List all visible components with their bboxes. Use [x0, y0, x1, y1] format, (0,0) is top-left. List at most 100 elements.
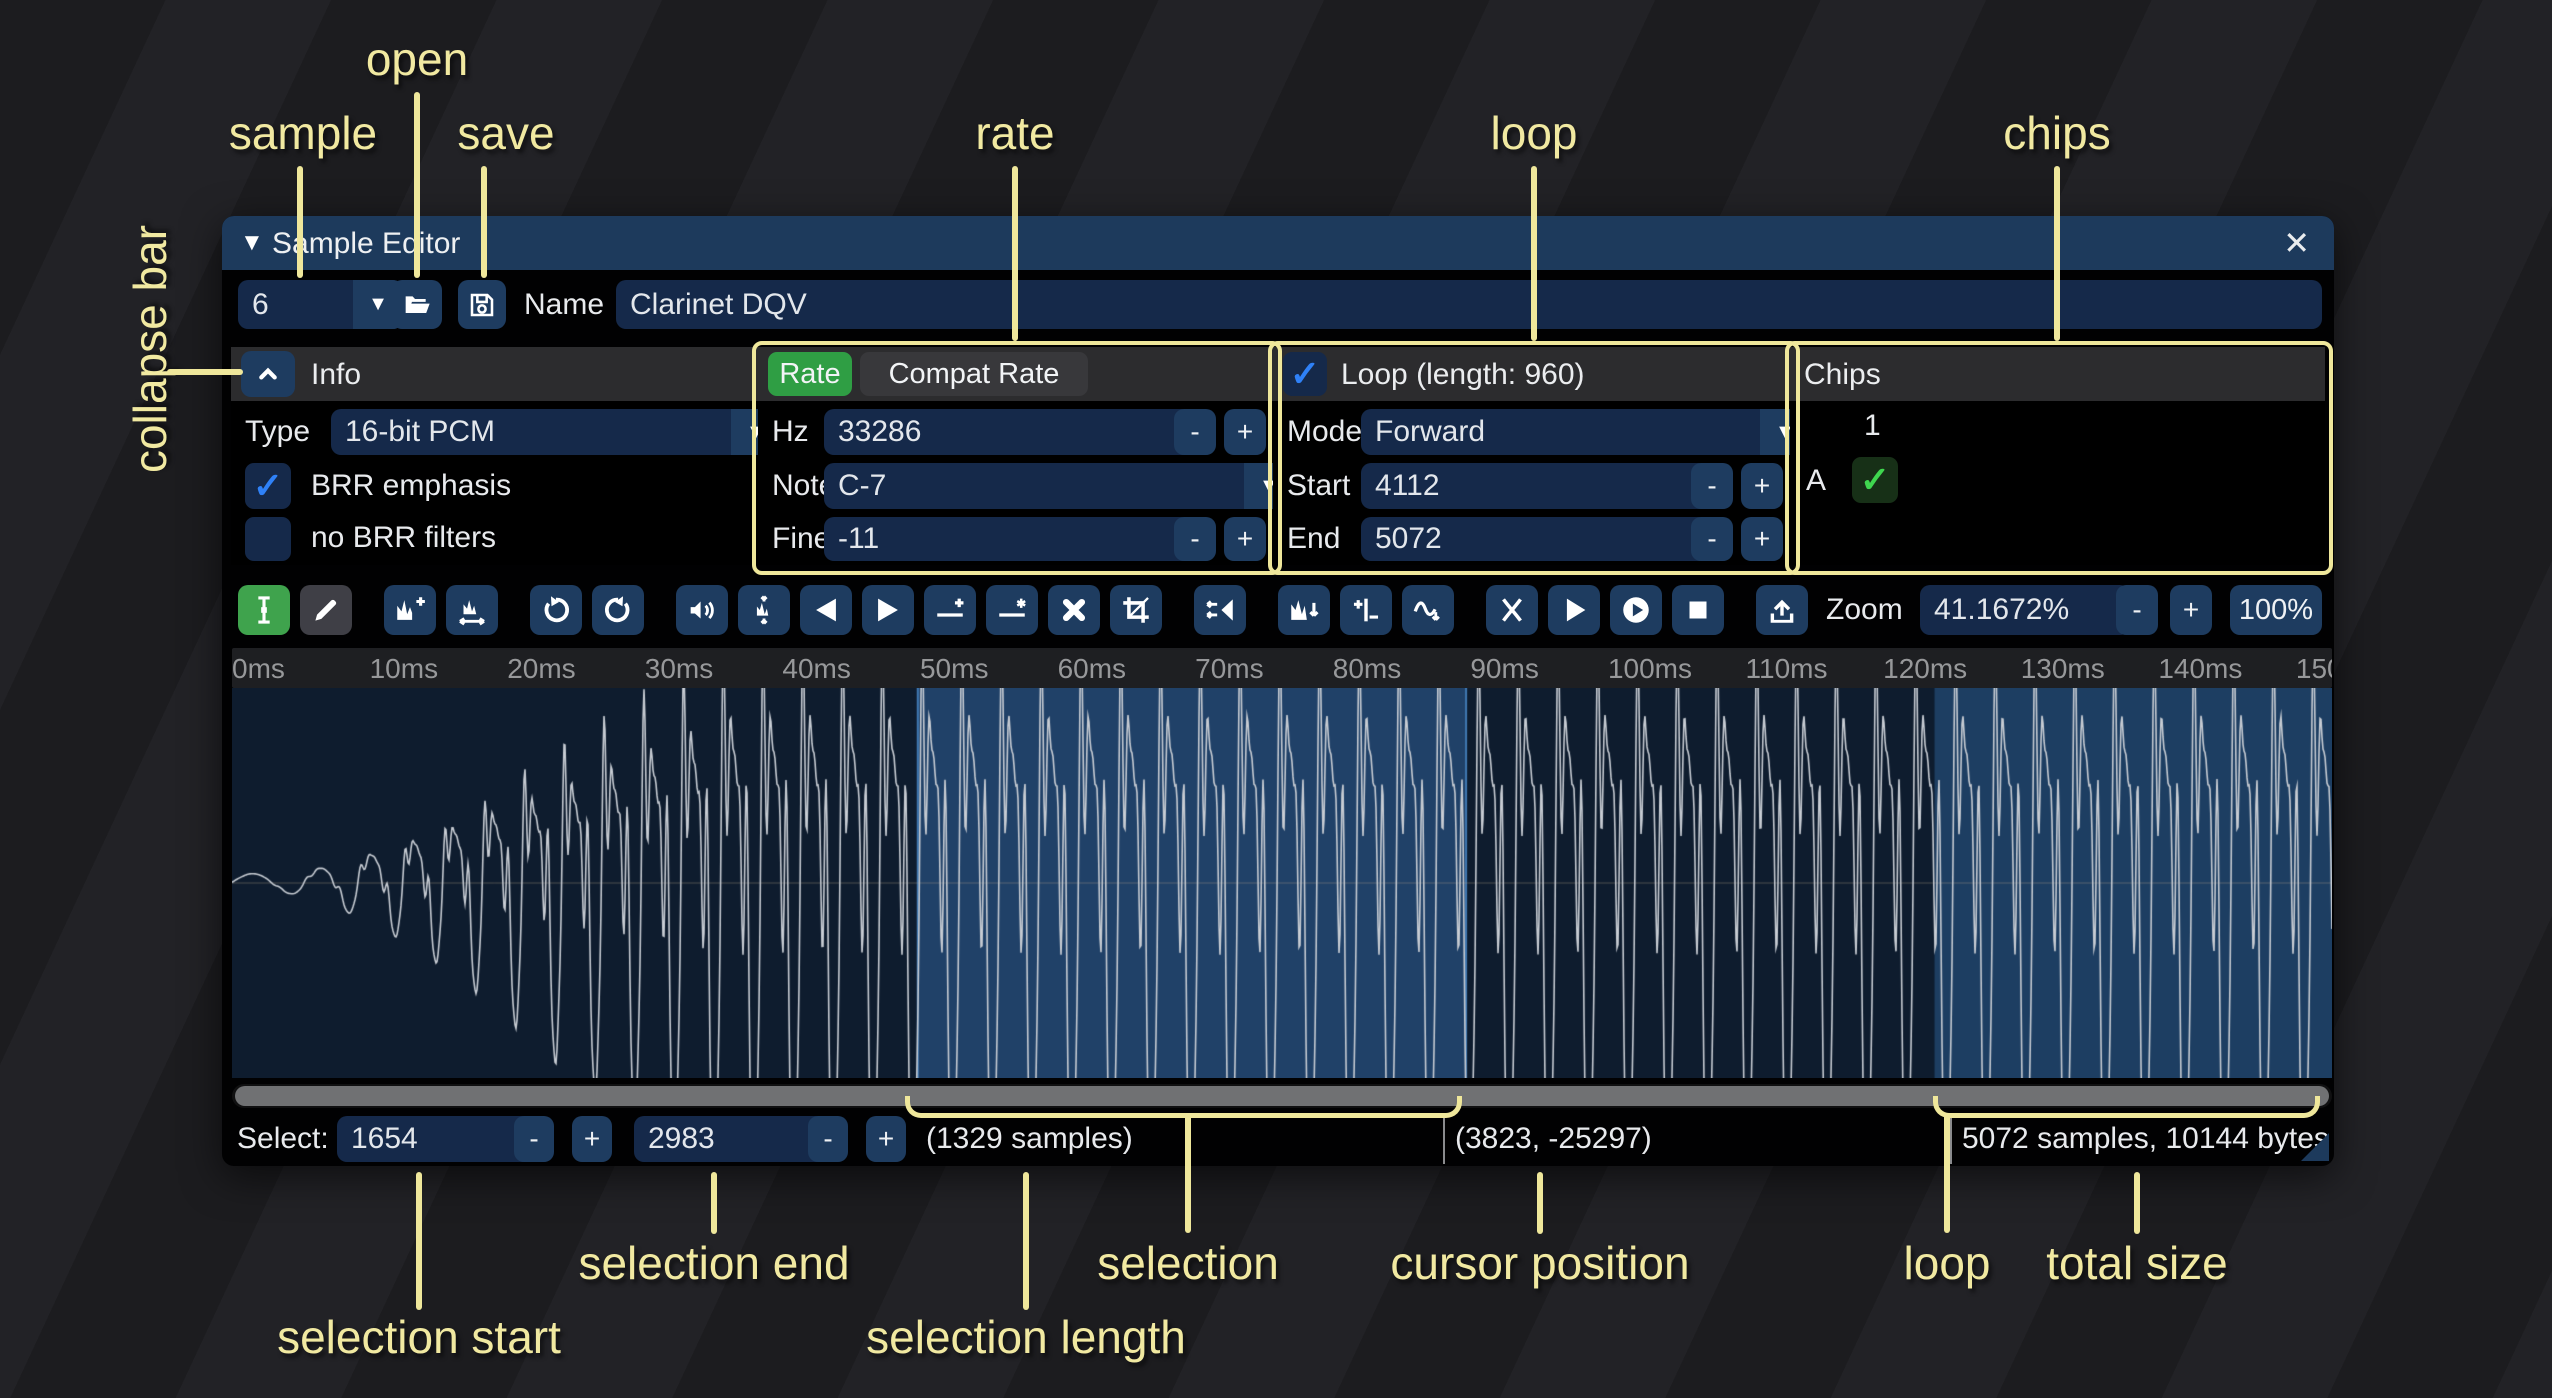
note-select[interactable]: C-7 ▼ — [824, 463, 1294, 509]
preview-button[interactable] — [1548, 585, 1600, 635]
sample-select[interactable]: 6 ▼ — [238, 280, 403, 329]
ruler-tick: 110ms — [1746, 648, 1884, 688]
wave-resize-icon — [455, 593, 489, 627]
hz-minus-button[interactable]: - — [1174, 409, 1216, 455]
loop-end-label: End — [1287, 517, 1340, 561]
import-button[interactable] — [1756, 585, 1808, 635]
selection-end-input[interactable]: 2983 — [634, 1116, 826, 1162]
loop-mode-select[interactable]: Forward ▼ — [1361, 409, 1810, 455]
selection-start-minus-button[interactable]: - — [514, 1116, 554, 1162]
check-icon: ✓ — [1860, 462, 1890, 498]
invert-button[interactable] — [1278, 585, 1330, 635]
selection-end-plus-button[interactable]: + — [866, 1116, 906, 1162]
timeline-ruler[interactable]: 0ms10ms20ms30ms40ms50ms60ms70ms80ms90ms1… — [232, 648, 2332, 688]
chips-panel-header: Chips — [1790, 347, 2325, 401]
ruler-tick: 20ms — [507, 648, 645, 688]
zoom-label: Zoom — [1826, 585, 1903, 635]
tab-rate[interactable]: Rate — [768, 352, 852, 396]
loop-end-input[interactable]: 5072 — [1361, 517, 1709, 561]
filter-button[interactable] — [1402, 585, 1454, 635]
hz-value: 33286 — [838, 415, 921, 449]
annotation-collapse-bar-line — [167, 369, 243, 375]
fine-plus-button[interactable]: + — [1224, 517, 1266, 561]
undo-button[interactable] — [530, 585, 582, 635]
selection-end-minus-button[interactable]: - — [808, 1116, 848, 1162]
save-button[interactable] — [458, 280, 506, 329]
sign-button[interactable] — [1340, 585, 1392, 635]
loop-checkbox[interactable]: ✓ — [1283, 352, 1327, 396]
chip-a-checkbox[interactable]: ✓ — [1852, 457, 1898, 503]
fine-minus-button[interactable]: - — [1174, 517, 1216, 561]
waveform-canvas[interactable] — [232, 688, 2332, 1078]
ruler-tick: 100ms — [1608, 648, 1746, 688]
tab-compat-rate[interactable]: Compat Rate — [860, 352, 1088, 396]
resample-button[interactable] — [446, 585, 498, 635]
amplify-button[interactable] — [676, 585, 728, 635]
ruler-tick: 60ms — [1058, 648, 1196, 688]
tri-right-icon — [871, 593, 905, 627]
zoom-value: 41.1672% — [1934, 593, 2069, 627]
window-collapse-icon[interactable]: ▼ — [240, 229, 264, 257]
collapse-bar-button[interactable] — [241, 351, 295, 397]
apply-silence-button[interactable] — [986, 585, 1038, 635]
brr-emphasis-checkbox[interactable]: ✓ — [245, 463, 291, 509]
open-button[interactable] — [392, 280, 442, 329]
loop-end-value: 5072 — [1375, 522, 1442, 556]
edit-select-button[interactable] — [238, 585, 290, 635]
selection-start-plus-button[interactable]: + — [572, 1116, 612, 1162]
fade-out-button[interactable] — [862, 585, 914, 635]
loop-end-plus-button[interactable]: + — [1741, 517, 1783, 561]
hz-plus-button[interactable]: + — [1224, 409, 1266, 455]
insert-silence-button[interactable] — [924, 585, 976, 635]
ruler-tick: 40ms — [782, 648, 920, 688]
redo-button[interactable] — [592, 585, 644, 635]
ruler-tick: 70ms — [1195, 648, 1333, 688]
annotation-rate-line — [1012, 166, 1018, 341]
pencil-icon — [309, 593, 343, 627]
delete-button[interactable] — [1048, 585, 1100, 635]
edit-draw-button[interactable] — [300, 585, 352, 635]
close-icon[interactable]: ✕ — [2283, 224, 2310, 262]
select-label: Select: — [237, 1114, 329, 1164]
loop-end-minus-button[interactable]: - — [1691, 517, 1733, 561]
selection-start-input[interactable]: 1654 — [337, 1116, 533, 1162]
loop-start-plus-button[interactable]: + — [1741, 463, 1783, 509]
crossfade-button[interactable] — [1486, 585, 1538, 635]
stop-button[interactable] — [1672, 585, 1724, 635]
fine-input[interactable]: -11 — [824, 517, 1192, 561]
normalize-button[interactable] — [738, 585, 790, 635]
window-titlebar[interactable]: ▼ Sample Editor ✕ — [222, 216, 2334, 270]
chips-column-header: 1 — [1864, 409, 1881, 443]
brr-emphasis-label: BRR emphasis — [311, 463, 511, 509]
window-resize-grip[interactable] — [2301, 1133, 2329, 1161]
plus-minus-icon — [1349, 593, 1383, 627]
zoom-input[interactable]: 41.1672% — [1920, 585, 2130, 635]
hz-input[interactable]: 33286 — [824, 409, 1192, 455]
filter-icon — [1411, 593, 1445, 627]
loop-start-input[interactable]: 4112 — [1361, 463, 1709, 509]
zoom-out-button[interactable]: - — [2116, 585, 2158, 635]
sample-type-value: 16-bit PCM — [345, 415, 495, 449]
reverse-icon — [1203, 593, 1237, 627]
no-brr-filters-checkbox[interactable] — [245, 517, 291, 561]
annotation-loop-bottom: loop — [1904, 1236, 1991, 1290]
annotation-selection-length: selection length — [866, 1310, 1186, 1364]
reverse-button[interactable] — [1194, 585, 1246, 635]
chevron-up-icon — [252, 358, 284, 390]
annotation-loop-top-line — [1531, 166, 1537, 341]
resize-button[interactable] — [384, 585, 436, 635]
loop-start-minus-button[interactable]: - — [1691, 463, 1733, 509]
zoom-reset-button[interactable]: 100% — [2230, 585, 2322, 635]
annotation-open: open — [366, 32, 468, 86]
zoom-in-button[interactable]: + — [2170, 585, 2212, 635]
annotation-open-line — [414, 92, 420, 278]
fade-in-button[interactable] — [800, 585, 852, 635]
trim-button[interactable] — [1110, 585, 1162, 635]
play-cursor-button[interactable] — [1610, 585, 1662, 635]
crop-icon — [1119, 593, 1153, 627]
info-panel-title: Info — [311, 358, 361, 392]
sample-type-select[interactable]: 16-bit PCM ▼ — [331, 409, 781, 455]
name-input[interactable]: Clarinet DQV — [616, 280, 2322, 329]
ruler-tick: 130ms — [2021, 648, 2159, 688]
selection-start-value: 1654 — [351, 1122, 418, 1156]
